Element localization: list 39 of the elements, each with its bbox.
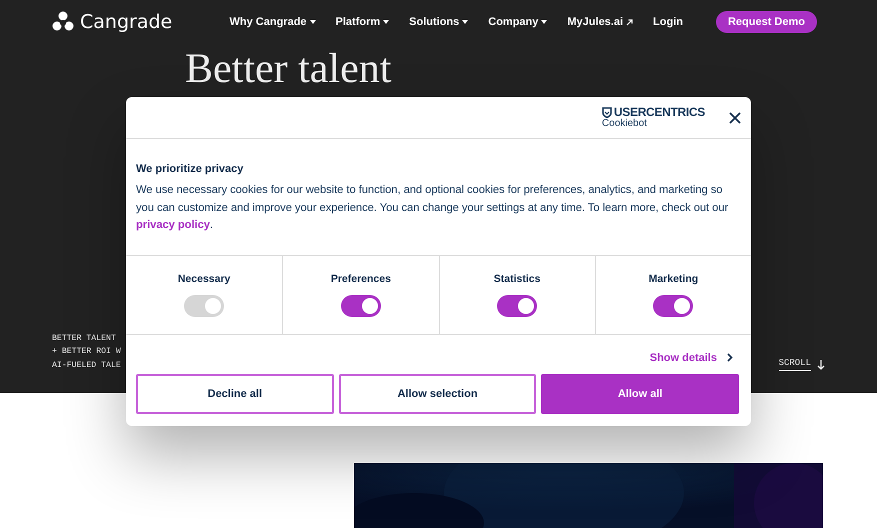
tagline-text: + BETTER ROI W xyxy=(52,346,121,358)
tagline-text: BETTER TALENT xyxy=(52,332,117,344)
request-demo-button[interactable]: Request Demo xyxy=(716,11,817,33)
category-label: Statistics xyxy=(494,272,540,284)
close-button[interactable] xyxy=(727,110,743,126)
scroll-link[interactable]: SCROLL xyxy=(778,358,811,371)
caret-icon xyxy=(462,20,468,24)
caret-icon xyxy=(541,20,548,24)
dialog-text: We use necessary cookies for our website to function, and optional cookies for preferences, analytics, and marketing so you can customize and improve your experience. You can change your settings at any time. To learn more, check out our privacy policy. xyxy=(136,183,730,233)
brand-subtitle: Cookiebot xyxy=(602,119,648,129)
logo-icon xyxy=(52,11,74,33)
nav-link[interactable]: Login xyxy=(653,16,683,28)
consent-button[interactable]: Decline all xyxy=(136,374,334,414)
arrow-icon xyxy=(626,18,634,26)
category-label: Preferences xyxy=(330,272,391,284)
caret-icon xyxy=(383,20,390,24)
toggle-switch[interactable] xyxy=(340,294,381,316)
caret-icon xyxy=(310,20,316,24)
down-arrow-icon xyxy=(817,360,825,370)
category-label: Necessary xyxy=(178,272,230,284)
nav-link[interactable]: MyJules.ai xyxy=(567,16,634,28)
chevron-right-icon xyxy=(727,353,733,362)
nav-link[interactable]: Why Cangrade xyxy=(230,16,316,28)
nav-link[interactable]: Company xyxy=(488,16,548,28)
shield-icon xyxy=(602,106,612,118)
toggle-switch[interactable] xyxy=(497,294,538,316)
allow-all-button[interactable]: Allow all xyxy=(541,374,740,414)
toggle-switch[interactable] xyxy=(653,294,694,316)
hero-heading: Better talent xyxy=(185,48,392,90)
nav-link[interactable]: Solutions xyxy=(409,16,468,28)
consent-button[interactable]: Allow selection xyxy=(338,374,536,414)
logo-text[interactable]: Cangrade xyxy=(80,11,172,33)
privacy-policy-link[interactable]: privacy policy xyxy=(136,219,210,231)
tagline-text: AI-FUELED TALE xyxy=(52,360,121,371)
show-details-link[interactable]: Show details xyxy=(650,352,733,364)
dialog-title: We prioritize privacy xyxy=(136,163,244,175)
nav-link[interactable]: Platform xyxy=(336,16,390,28)
brand-logo-text: USERCENTRICS xyxy=(614,106,705,118)
category-label: Marketing xyxy=(648,272,698,284)
